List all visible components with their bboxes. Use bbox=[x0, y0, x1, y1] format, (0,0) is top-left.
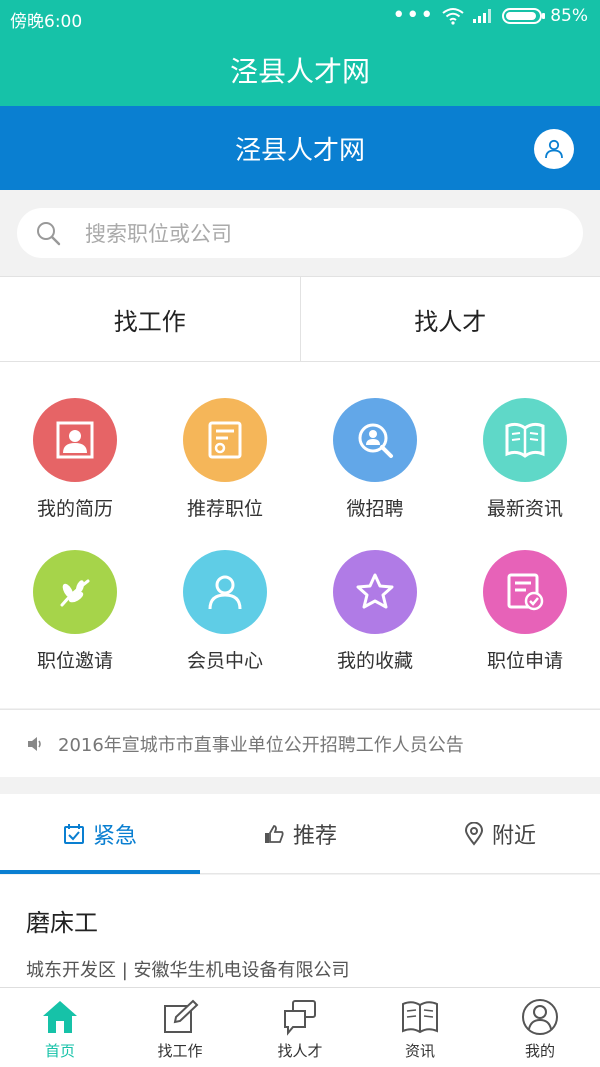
feature-job-applications[interactable]: 职位申请 bbox=[450, 550, 600, 673]
job-filter-tabs: 紧急 推荐 附近 bbox=[0, 794, 600, 874]
app-title: 泾县人才网 bbox=[229, 55, 370, 88]
thumbs-up-icon bbox=[264, 824, 284, 843]
battery-percent: 85% bbox=[550, 6, 588, 26]
urgent-icon bbox=[63, 823, 84, 844]
feature-member-center[interactable]: 会员中心 bbox=[150, 550, 300, 673]
search-placeholder: 搜索职位或公司 bbox=[85, 222, 232, 246]
main-tabs: 找工作 找人才 bbox=[0, 276, 600, 362]
nav-mine[interactable]: 我的 bbox=[480, 988, 600, 1067]
nav-news[interactable]: 资讯 bbox=[360, 988, 480, 1067]
star-icon bbox=[356, 573, 394, 609]
tab-nearby[interactable]: 附近 bbox=[400, 794, 600, 873]
feature-my-resume[interactable]: 我的简历 bbox=[0, 398, 150, 521]
feature-label: 职位邀请 bbox=[36, 650, 113, 672]
tab-recommended[interactable]: 推荐 bbox=[200, 794, 400, 873]
book-icon bbox=[402, 1001, 438, 1034]
magnify-person-icon bbox=[358, 423, 393, 458]
job-list-item[interactable]: 磨床工 城东开发区 | 安徽华生机电设备有限公司 bbox=[0, 875, 600, 987]
form-check-icon bbox=[507, 573, 544, 611]
feature-label: 我的简历 bbox=[36, 498, 113, 520]
feature-label: 最新资讯 bbox=[486, 498, 563, 520]
profile-icon bbox=[522, 999, 558, 1035]
speaker-icon bbox=[28, 736, 41, 751]
nav-find-job[interactable]: 找工作 bbox=[120, 988, 240, 1067]
more-dots-icon: ••• bbox=[392, 3, 435, 28]
search-area: 搜索职位或公司 bbox=[0, 190, 600, 276]
location-pin-icon bbox=[464, 821, 483, 846]
resume-icon bbox=[56, 421, 94, 459]
feature-grid: 我的简历 推荐职位 微招聘 最新资讯 职位邀请 会员中心 我的收藏 职位申请 bbox=[0, 362, 600, 708]
home-icon bbox=[43, 1001, 77, 1033]
site-header: 泾县人才网 bbox=[0, 106, 600, 190]
edit-icon bbox=[164, 999, 199, 1033]
signal-icon bbox=[473, 9, 492, 23]
leaf-icon bbox=[60, 579, 90, 607]
status-bar: 傍晚6:00 ••• 85% bbox=[0, 0, 600, 34]
job-meta: 城东开发区 | 安徽华生机电设备有限公司 bbox=[26, 960, 350, 981]
feature-label: 微招聘 bbox=[346, 498, 404, 520]
app-title-bar: 泾县人才网 bbox=[0, 34, 600, 106]
certificate-icon bbox=[208, 421, 242, 459]
feature-recommended-jobs[interactable]: 推荐职位 bbox=[150, 398, 300, 521]
feature-micro-recruit[interactable]: 微招聘 bbox=[300, 398, 450, 521]
wifi-icon bbox=[442, 8, 464, 25]
chat-icon bbox=[284, 1000, 316, 1036]
announcement-text: 2016年宣城市市直事业单位公开招聘工作人员公告 bbox=[58, 734, 464, 756]
feature-label: 会员中心 bbox=[186, 650, 263, 672]
status-time: 傍晚6:00 bbox=[10, 12, 83, 32]
feature-my-favorites[interactable]: 我的收藏 bbox=[300, 550, 450, 673]
nav-home[interactable]: 首页 bbox=[0, 988, 120, 1067]
feature-label: 推荐职位 bbox=[186, 498, 263, 520]
battery-icon bbox=[502, 8, 546, 24]
feature-job-invitations[interactable]: 职位邀请 bbox=[0, 550, 150, 673]
nav-find-talent[interactable]: 找人才 bbox=[240, 988, 360, 1067]
user-button[interactable] bbox=[534, 129, 574, 169]
job-title: 磨床工 bbox=[26, 909, 98, 937]
feature-latest-news[interactable]: 最新资讯 bbox=[450, 398, 600, 521]
tab-find-job[interactable]: 找工作 bbox=[0, 277, 301, 361]
feature-label: 职位申请 bbox=[486, 650, 563, 672]
tab-find-talent[interactable]: 找人才 bbox=[301, 277, 600, 361]
user-icon bbox=[208, 575, 242, 610]
book-icon bbox=[505, 422, 545, 458]
search-input[interactable]: 搜索职位或公司 bbox=[17, 208, 583, 258]
announcement-bar[interactable]: 2016年宣城市市直事业单位公开招聘工作人员公告 bbox=[0, 709, 600, 777]
feature-label: 我的收藏 bbox=[336, 650, 413, 672]
site-title: 泾县人才网 bbox=[234, 135, 365, 166]
user-icon bbox=[545, 139, 563, 159]
bottom-nav: 首页 找工作 找人才 资讯 我的 bbox=[0, 987, 600, 1067]
tab-urgent[interactable]: 紧急 bbox=[0, 794, 200, 874]
search-icon bbox=[37, 222, 61, 246]
